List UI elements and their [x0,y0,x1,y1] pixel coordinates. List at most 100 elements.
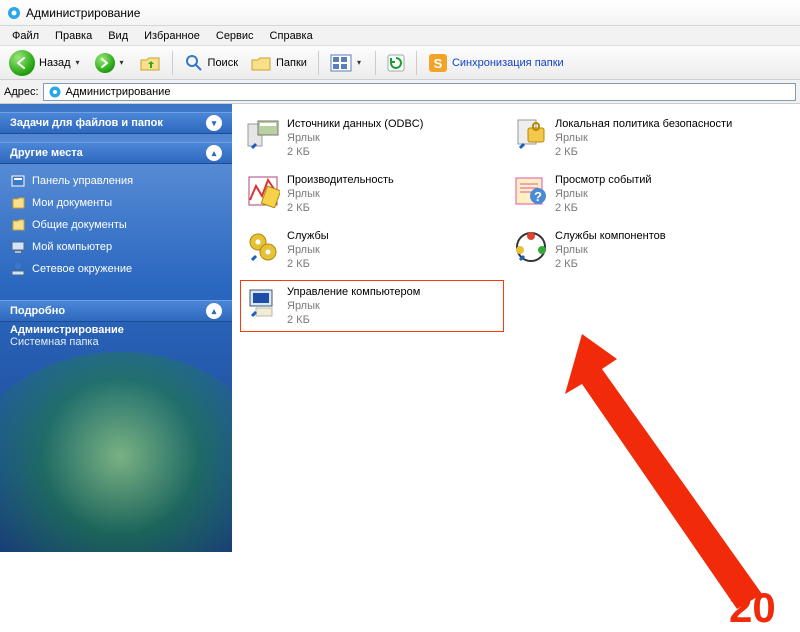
item-size: 2 КБ [287,313,420,327]
item-name: Службы [287,229,329,243]
item-size: 2 КБ [287,145,423,159]
search-icon [184,53,204,73]
sync-button[interactable]: S Синхронизация папки [423,50,569,76]
sidebar-item-label: Сетевое окружение [32,263,132,275]
shared-docs-icon [10,217,26,233]
views-button[interactable]: ▾ [325,50,369,76]
menu-help[interactable]: Справка [262,28,321,44]
item-name: Локальная политика безопасности [555,117,732,131]
back-label: Назад [39,57,71,69]
control-panel-icon [10,173,26,189]
item-type: Ярлык [287,187,394,201]
toolbar-separator [172,51,173,75]
sidebar-item-label: Панель управления [32,175,133,187]
svg-text:?: ? [534,189,542,204]
item-size: 2 КБ [287,201,394,215]
up-button[interactable] [134,50,166,76]
search-label: Поиск [208,57,238,69]
menu-view[interactable]: Вид [100,28,136,44]
item-name: Просмотр событий [555,173,652,187]
forward-arrow-icon [95,53,115,73]
address-field[interactable]: Администрирование [43,83,796,101]
item-odbc[interactable]: Источники данных (ODBC) Ярлык 2 КБ [240,112,504,164]
window-title: Администрирование [26,6,140,20]
sidebar-item-network[interactable]: Сетевое окружение [10,258,222,280]
folders-label: Папки [276,57,307,69]
menu-tools[interactable]: Сервис [208,28,262,44]
annotation-arrow [547,329,800,629]
sidebar-item-label: Общие документы [32,219,127,231]
forward-dropdown-icon[interactable]: ▾ [117,58,127,67]
component-services-icon [513,229,549,265]
folder-up-icon [139,53,161,73]
odbc-icon [245,117,281,153]
chevron-up-icon: ▴ [206,303,222,319]
sync-label: Синхронизация папки [452,57,564,69]
sync-icon: S [428,53,448,73]
panel-header-tasks[interactable]: Задачи для файлов и папок ▾ [0,112,232,134]
item-performance[interactable]: Производительность Ярлык 2 КБ [240,168,504,220]
chevron-down-icon: ▾ [206,115,222,131]
panel-places-body: Панель управления Мои документы Общие до… [0,164,232,292]
policy-icon [513,117,549,153]
item-type: Ярлык [287,299,420,313]
gear-app-icon [6,5,22,21]
search-button[interactable]: Поиск [179,50,243,76]
annotation-number: 20 [729,584,776,632]
item-type: Ярлык [555,243,666,257]
panel-header-places[interactable]: Другие места ▴ [0,142,232,164]
address-value: Администрирование [66,86,171,98]
item-type: Ярлык [287,243,329,257]
back-dropdown-icon[interactable]: ▾ [73,58,83,67]
toolbar-separator-3 [375,51,376,75]
sidebar-item-control-panel[interactable]: Панель управления [10,170,222,192]
item-size: 2 КБ [555,257,666,271]
item-name: Источники данных (ODBC) [287,117,423,131]
item-name: Производительность [287,173,394,187]
sidebar-item-my-computer[interactable]: Мой компьютер [10,236,222,258]
folders-button[interactable]: Папки [245,50,312,76]
sidebar-item-label: Мой компьютер [32,241,112,253]
body: Задачи для файлов и папок ▾ Другие места… [0,104,800,552]
sidebar-item-label: Мои документы [32,197,112,209]
item-local-security-policy[interactable]: Локальная политика безопасности Ярлык 2 … [508,112,772,164]
gear-app-icon [48,85,62,99]
folders-icon [250,53,272,73]
item-event-viewer[interactable]: ? Просмотр событий Ярлык 2 КБ [508,168,772,220]
back-button[interactable]: Назад ▾ [4,50,88,76]
item-type: Ярлык [555,131,732,145]
computer-management-icon [245,285,281,321]
back-arrow-icon [9,50,35,76]
performance-icon [245,173,281,209]
sidebar-item-shared-documents[interactable]: Общие документы [10,214,222,236]
panel-header-places-label: Другие места [10,147,83,159]
forward-button[interactable]: ▾ [90,50,132,76]
documents-icon [10,195,26,211]
svg-text:S: S [434,56,443,71]
item-services[interactable]: Службы Ярлык 2 КБ [240,224,504,276]
panel-header-details-label: Подробно [10,305,65,317]
details-subtitle: Системная папка [10,336,222,348]
views-dropdown-icon[interactable]: ▾ [354,58,364,67]
panel-header-details[interactable]: Подробно ▴ [0,300,232,322]
items-grid: Источники данных (ODBC) Ярлык 2 КБ Локал… [240,112,792,332]
details-title: Администрирование [10,324,222,336]
refresh-button[interactable] [382,50,410,76]
menu-favorites[interactable]: Избранное [136,28,208,44]
title-bar: Администрирование [0,0,800,26]
menu-file[interactable]: Файл [4,28,47,44]
item-component-services[interactable]: Службы компонентов Ярлык 2 КБ [508,224,772,276]
toolbar: Назад ▾ ▾ Поиск Папки ▾ [0,46,800,80]
panel-header-tasks-label: Задачи для файлов и папок [10,117,163,129]
item-name: Службы компонентов [555,229,666,243]
menu-edit[interactable]: Правка [47,28,100,44]
item-size: 2 КБ [555,145,732,159]
item-name: Управление компьютером [287,285,420,299]
item-computer-management[interactable]: Управление компьютером Ярлык 2 КБ [240,280,504,332]
refresh-icon [387,54,405,72]
services-icon [245,229,281,265]
content-area[interactable]: Источники данных (ODBC) Ярлык 2 КБ Локал… [232,104,800,552]
sidebar-item-my-documents[interactable]: Мои документы [10,192,222,214]
chevron-up-icon: ▴ [206,145,222,161]
sidebar: Задачи для файлов и папок ▾ Другие места… [0,104,232,552]
